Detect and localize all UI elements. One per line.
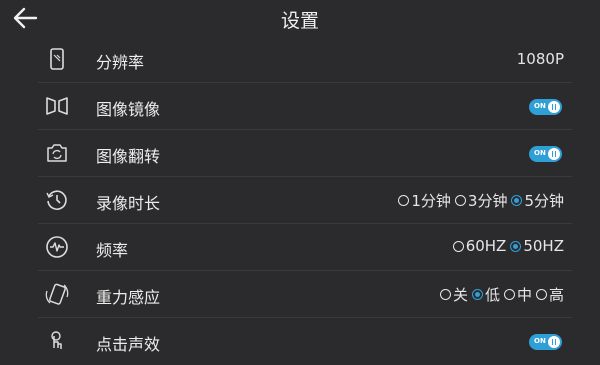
radio-button (535, 289, 547, 300)
radio-button (454, 195, 466, 206)
option-label: 低 (484, 286, 500, 304)
radio-button-selected (511, 195, 523, 206)
setting-row-record-duration: 录像时长 1分钟 3分钟 5分钟 (38, 177, 572, 224)
setting-label: 分辨率 (96, 53, 145, 72)
duration-option-1[interactable]: 1分钟 (398, 190, 451, 211)
resolution-value[interactable]: 1080P (517, 50, 564, 68)
frequency-wave-icon (44, 234, 70, 260)
tap-sound-icon (44, 328, 70, 354)
setting-label: 图像镜像 (96, 100, 161, 119)
option-label: 高 (548, 286, 564, 304)
gravity-option-high[interactable]: 高 (535, 284, 564, 305)
radio-button-selected (471, 289, 483, 300)
setting-row-frequency: 频率 60HZ 50HZ (38, 224, 572, 271)
setting-label: 图像翻转 (96, 147, 161, 166)
setting-label: 频率 (96, 241, 129, 260)
frequency-option-60hz[interactable]: 60HZ (452, 237, 507, 255)
clock-history-icon (44, 187, 70, 213)
setting-row-gravity-sensor: 重力感应 关 低 中 高 (38, 271, 572, 318)
duration-option-3[interactable]: 3分钟 (454, 190, 508, 211)
toggle-knob (548, 336, 560, 348)
option-label: 5分钟 (524, 192, 564, 210)
setting-label: 点击声效 (96, 335, 161, 354)
toggle-knob (548, 148, 560, 160)
option-label: 50HZ (523, 237, 564, 255)
gravity-option-low[interactable]: 低 (471, 284, 500, 305)
frequency-options: 60HZ 50HZ (452, 237, 564, 255)
gravity-sensor-icon (44, 281, 70, 307)
radio-button (439, 289, 451, 300)
frequency-option-50hz[interactable]: 50HZ (510, 237, 564, 255)
mirror-toggle[interactable]: ON (529, 99, 562, 115)
option-label: 中 (516, 286, 532, 304)
page-title: 设置 (280, 10, 319, 32)
radio-button (452, 240, 464, 252)
camera-flip-icon (44, 140, 70, 166)
duration-options: 1分钟 3分钟 5分钟 (398, 190, 564, 211)
option-label: 1分钟 (411, 192, 451, 210)
setting-label: 重力感应 (96, 288, 161, 307)
mirror-icon (44, 93, 70, 119)
toggle-text: ON (534, 337, 546, 345)
radio-button (398, 195, 410, 206)
toggle-knob (548, 101, 560, 113)
option-label: 3分钟 (467, 192, 508, 210)
tap-sound-toggle[interactable]: ON (529, 334, 562, 350)
gravity-options: 关 低 中 高 (439, 284, 564, 305)
radio-button (503, 289, 515, 300)
duration-option-5[interactable]: 5分钟 (511, 190, 564, 211)
radio-button-selected (510, 240, 522, 252)
gravity-option-off[interactable]: 关 (439, 284, 468, 305)
toggle-text: ON (534, 102, 546, 110)
toggle-text: ON (534, 149, 546, 157)
header: 设置 (0, 0, 600, 36)
setting-row-resolution[interactable]: 分辨率 1080P (38, 36, 572, 83)
flip-toggle[interactable]: ON (529, 146, 562, 162)
setting-row-mirror: 图像镜像 ON (38, 83, 572, 130)
setting-label: 录像时长 (96, 194, 161, 213)
option-label: 60HZ (465, 237, 507, 255)
gravity-option-medium[interactable]: 中 (503, 284, 532, 305)
option-label: 关 (452, 286, 468, 304)
setting-row-flip: 图像翻转 ON (38, 130, 572, 177)
phone-resolution-icon (44, 46, 70, 72)
setting-row-tap-sound: 点击声效 ON (38, 318, 572, 365)
